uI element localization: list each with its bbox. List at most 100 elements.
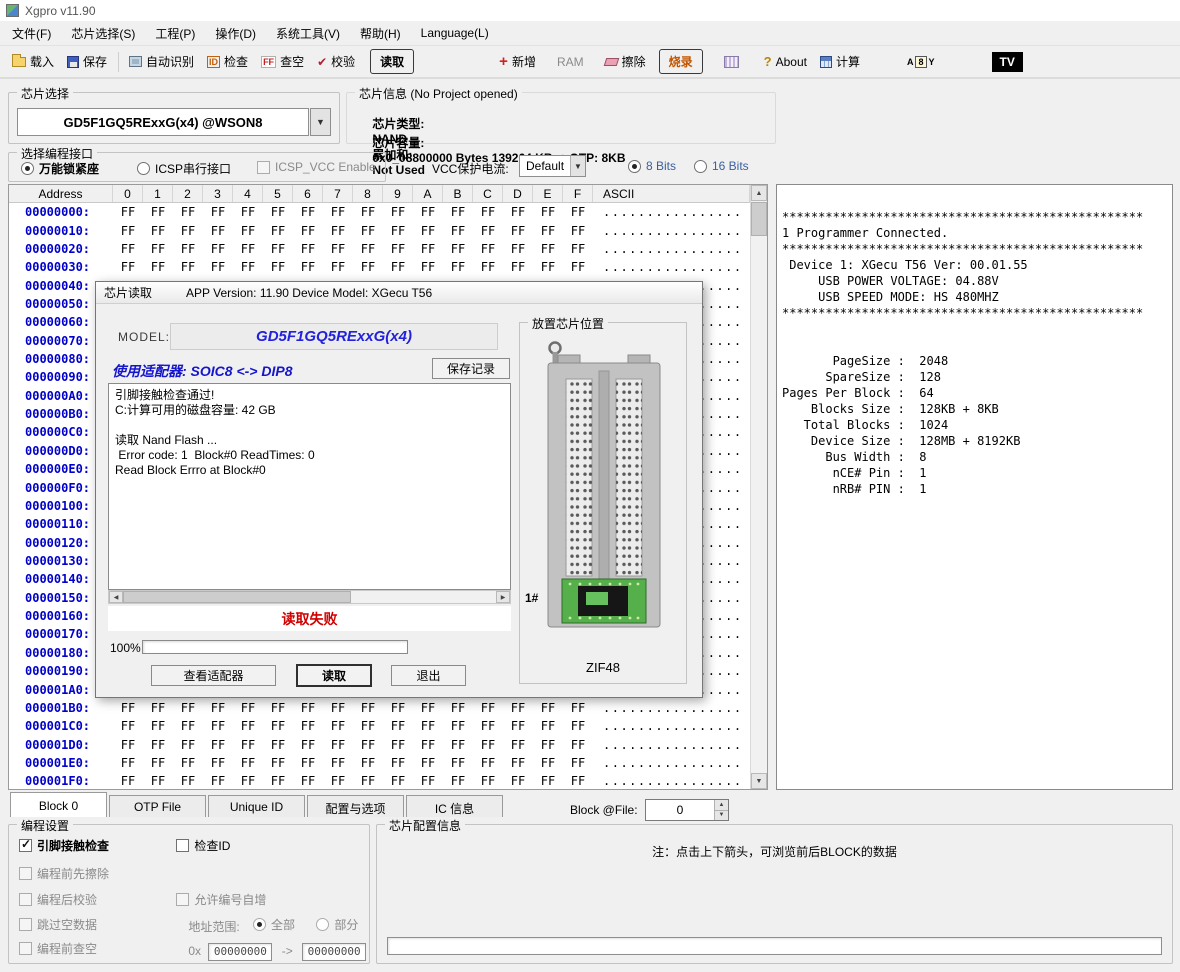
chip-select-value: GD5F1GQ5RExxG(x4) @WSON8: [63, 115, 262, 130]
dialog-title-bar[interactable]: 芯片读取 APP Version: 11.90 Device Model: XG…: [96, 282, 702, 304]
hex-byte-cell: FF: [173, 260, 203, 274]
icsp-radio[interactable]: ICSP串行接口: [137, 160, 231, 177]
hex-row-address: 000001D0:: [9, 738, 113, 752]
scroll-right-arrow-icon[interactable]: ▶: [496, 591, 510, 603]
socket-placement-group: 放置芯片位置: [519, 322, 687, 684]
save-button[interactable]: 保存: [61, 50, 113, 73]
hex-byte-cell: FF: [323, 738, 353, 752]
erase-label: 擦除: [622, 53, 646, 70]
erase-button[interactable]: 擦除: [599, 50, 652, 73]
scroll-up-arrow-icon[interactable]: ▲: [751, 185, 767, 201]
view-adapter-button[interactable]: 查看适配器: [151, 665, 276, 686]
hex-byte-cell: FF: [413, 774, 443, 788]
verify-after-checkbox[interactable]: 编程后校验: [19, 891, 97, 908]
hex-byte-cell: FF: [173, 205, 203, 219]
hex-byte-cell: FF: [563, 701, 593, 715]
tab[interactable]: Block 0: [10, 792, 107, 817]
skip-blank-checkbox[interactable]: 跳过空数据: [19, 916, 97, 933]
blank-check-button[interactable]: FF 查空: [255, 50, 310, 73]
hex-byte-cell: FF: [203, 774, 233, 788]
tab[interactable]: IC 信息: [406, 795, 503, 817]
hex-byte-cell: FF: [443, 738, 473, 752]
menu-item[interactable]: 操作(D): [205, 21, 266, 46]
logic-test-button[interactable]: A 8 Y: [901, 53, 941, 71]
pin-detect-button[interactable]: [718, 53, 745, 71]
bits8-radio[interactable]: 8 Bits: [628, 159, 676, 173]
bits16-radio[interactable]: 16 Bits: [694, 159, 749, 173]
menu-item[interactable]: 系统工具(V): [266, 21, 350, 46]
load-button[interactable]: 载入: [6, 50, 60, 73]
scroll-left-arrow-icon[interactable]: ◀: [109, 591, 123, 603]
hex-byte-cell: FF: [233, 701, 263, 715]
auto-detect-button[interactable]: 自动识别: [123, 50, 200, 73]
save-log-label: 保存记录: [447, 360, 495, 377]
hex-byte-cell: FF: [413, 719, 443, 733]
program-button[interactable]: 烧录: [659, 49, 703, 74]
hex-byte-cell: FF: [173, 242, 203, 256]
pin-check-checkbox[interactable]: 引脚接触检查: [19, 837, 109, 854]
dialog-horizontal-scrollbar[interactable]: ◀ ▶: [108, 590, 511, 604]
tv-button[interactable]: TV: [986, 49, 1029, 75]
hex-byte-cell: FF: [203, 756, 233, 770]
tab[interactable]: OTP File: [109, 795, 206, 817]
hex-col-header: A: [413, 185, 443, 202]
spin-down-arrow-icon[interactable]: ▼: [715, 811, 728, 821]
vcc-current-combo[interactable]: Default ▼: [519, 155, 586, 177]
range-all-radio[interactable]: 全部: [253, 916, 295, 933]
chip-select-dropdown-button[interactable]: ▼: [310, 108, 331, 136]
menu-item[interactable]: 文件(F): [2, 21, 61, 46]
check-id-checkbox[interactable]: 检查ID: [176, 837, 230, 854]
socket-radio[interactable]: 万能锁紧座: [21, 160, 99, 177]
range-part-radio[interactable]: 部分: [316, 916, 358, 933]
tab[interactable]: 配置与选项: [307, 795, 404, 817]
menu-item[interactable]: 工程(P): [145, 21, 205, 46]
hex-row-address: 000001F0:: [9, 774, 113, 788]
check-id-button[interactable]: ID 检查: [201, 50, 254, 73]
menu-item[interactable]: 帮助(H): [350, 21, 411, 46]
range-part-label: 部分: [334, 916, 358, 933]
hex-byte-cell: FF: [503, 774, 533, 788]
dialog-exit-button[interactable]: 退出: [391, 665, 466, 686]
tab[interactable]: Unique ID: [208, 795, 305, 817]
erase-before-checkbox[interactable]: 编程前先擦除: [19, 865, 109, 882]
blank-before-checkbox[interactable]: 编程前查空: [19, 940, 97, 957]
chevron-down-icon: ▼: [316, 117, 325, 127]
chip-config-title: 芯片配置信息: [385, 817, 465, 834]
hex-byte-cell: FF: [233, 242, 263, 256]
add-new-button[interactable]: + 新增: [493, 50, 542, 73]
scrollbar-thumb[interactable]: [123, 591, 351, 603]
socket-group-title: 放置芯片位置: [528, 315, 608, 332]
dialog-log-line: C:计算可用的磁盘容量: 42 GB: [115, 403, 504, 418]
scrollbar-thumb[interactable]: [751, 202, 767, 236]
socket-name-label: ZIF48: [520, 660, 686, 675]
save-log-button[interactable]: 保存记录: [432, 358, 510, 379]
chip-select-combo[interactable]: GD5F1GQ5RExxG(x4) @WSON8: [17, 108, 309, 136]
address-from-value: 00000000: [214, 945, 267, 958]
menu-item[interactable]: Language(L): [411, 22, 499, 44]
log-line: Blocks Size : 128KB + 8KB: [782, 401, 1167, 417]
scroll-down-arrow-icon[interactable]: ▼: [751, 773, 767, 789]
icsp-vcc-checkbox[interactable]: ICSP_VCC Enable: [257, 160, 376, 174]
hex-byte-cell: FF: [173, 774, 203, 788]
save-label: 保存: [83, 53, 107, 70]
ram-button[interactable]: RAM: [551, 52, 590, 72]
dialog-read-button[interactable]: 读取: [296, 664, 372, 687]
hex-byte-cell: FF: [443, 774, 473, 788]
hex-byte-cell: FF: [263, 756, 293, 770]
verify-button[interactable]: ✔ 校验: [311, 50, 361, 73]
hex-row-address: 00000000:: [9, 205, 113, 219]
read-button[interactable]: 读取: [370, 49, 414, 74]
socket-radio-label: 万能锁紧座: [39, 160, 99, 177]
hex-byte-cell: FF: [353, 224, 383, 238]
auto-increment-checkbox[interactable]: 允许编号自增: [176, 891, 266, 908]
block-at-file-spinbox[interactable]: 0 ▲ ▼: [645, 799, 729, 821]
hex-byte-cell: FF: [293, 205, 323, 219]
hex-vertical-scrollbar[interactable]: ▲ ▼: [750, 185, 767, 789]
spin-up-arrow-icon[interactable]: ▲: [715, 800, 728, 811]
address-to-field[interactable]: 00000000: [302, 943, 366, 961]
address-from-field[interactable]: 00000000: [208, 943, 272, 961]
about-button[interactable]: ? About: [758, 51, 813, 72]
read-label: 读取: [380, 53, 404, 70]
menu-item[interactable]: 芯片选择(S): [61, 21, 145, 46]
calculator-button[interactable]: 计算: [814, 50, 866, 73]
